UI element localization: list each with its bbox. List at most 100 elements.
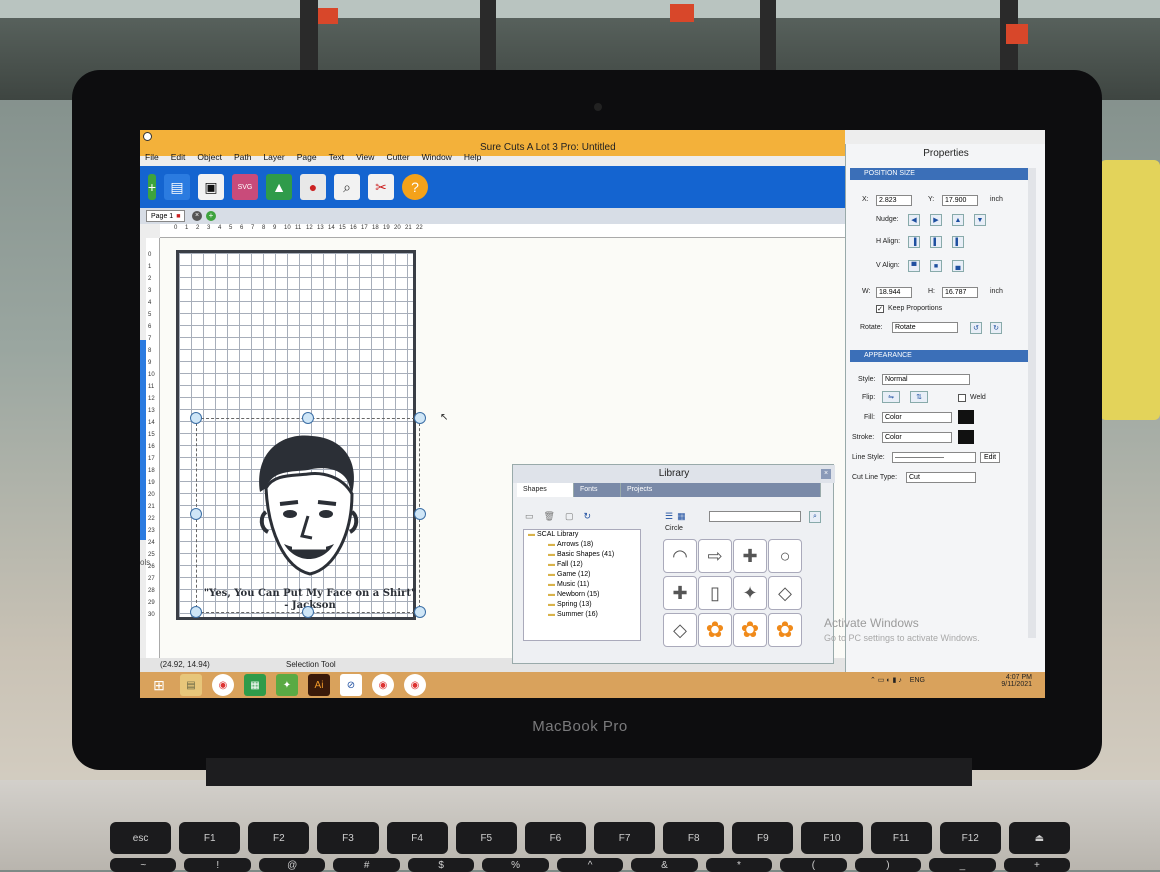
diamond-shape-icon[interactable]: ◇ xyxy=(768,576,802,610)
clock[interactable]: 4:07 PM 9/11/2021 xyxy=(982,674,1032,688)
menu-item-file[interactable]: File xyxy=(145,152,159,162)
help-icon[interactable]: ? xyxy=(402,174,428,200)
nudge-right-icon[interactable]: ▶ xyxy=(930,214,942,226)
search-icon[interactable]: ⌕ xyxy=(809,511,821,523)
flower-shape-icon[interactable]: ✿ xyxy=(733,613,767,647)
menu-item-object[interactable]: Object xyxy=(197,152,222,162)
tray-icons[interactable]: ⌃ ▭ ◐ ▮ ♪ xyxy=(870,677,902,684)
align-top-icon[interactable]: ▀ xyxy=(908,260,920,272)
arrow-shape-icon[interactable]: ⇨ xyxy=(698,539,732,573)
trace-icon[interactable]: ● xyxy=(300,174,326,200)
import-icon[interactable]: ▢ xyxy=(565,511,574,522)
menu-item-help[interactable]: Help xyxy=(464,152,481,162)
resize-handle[interactable] xyxy=(190,508,202,520)
resize-handle[interactable] xyxy=(414,508,426,520)
tree-item[interactable]: ▬ Basic Shapes (41) xyxy=(524,550,640,560)
menu-item-view[interactable]: View xyxy=(356,152,374,162)
flower-shape-icon[interactable]: ✿ xyxy=(768,613,802,647)
store-icon[interactable]: ▦ xyxy=(244,674,266,696)
chrome-icon[interactable]: ◉ xyxy=(212,674,234,696)
tree-item[interactable]: ▬ Newborn (15) xyxy=(524,590,640,600)
tab-shapes[interactable]: Shapes xyxy=(517,483,574,497)
resize-handle[interactable] xyxy=(302,412,314,424)
chrome-icon-2[interactable]: ◉ xyxy=(404,674,426,696)
width-input[interactable]: 18.944 xyxy=(876,287,912,298)
flower-shape-icon[interactable]: ✿ xyxy=(698,613,732,647)
circle-shape-icon[interactable]: ○ xyxy=(768,539,802,573)
rotate-handle[interactable] xyxy=(414,412,426,424)
menu-item-edit[interactable]: Edit xyxy=(171,152,186,162)
close-library-icon[interactable]: × xyxy=(821,469,831,479)
keep-proportions-checkbox[interactable]: ✓ xyxy=(876,305,884,313)
stroke-select[interactable]: Color xyxy=(882,432,952,443)
tree-item[interactable]: ▬ Summer (16) xyxy=(524,610,640,620)
refresh-icon[interactable]: ↻ xyxy=(583,511,591,522)
rotate-right-icon[interactable]: ↻ xyxy=(990,322,1002,334)
menu-item-cutter[interactable]: Cutter xyxy=(386,152,409,162)
x-input[interactable]: 2.823 xyxy=(876,195,912,206)
menu-item-page[interactable]: Page xyxy=(297,152,317,162)
nudge-left-icon[interactable]: ◀ xyxy=(908,214,920,226)
tree-item[interactable]: ▬ Arrows (18) xyxy=(524,540,640,550)
close-page-icon[interactable]: × xyxy=(192,211,202,221)
save-icon[interactable]: ▣ xyxy=(198,174,224,200)
tree-item[interactable]: ▬ Spring (13) xyxy=(524,600,640,610)
preview-icon[interactable]: ⌕ xyxy=(334,174,360,200)
nudge-down-icon[interactable]: ▼ xyxy=(974,214,986,226)
add-page-icon[interactable]: + xyxy=(206,211,216,221)
import-image-icon[interactable]: ▲ xyxy=(266,174,292,200)
cut-line-type-select[interactable]: Cut xyxy=(906,472,976,483)
align-bottom-icon[interactable]: ▄ xyxy=(952,260,964,272)
plus-shape-icon[interactable]: ✚ xyxy=(663,576,697,610)
stroke-color-swatch[interactable] xyxy=(958,430,974,444)
open-folder-icon[interactable]: ▤ xyxy=(164,174,190,200)
align-center-icon[interactable]: ▌ xyxy=(930,236,942,248)
face-portrait-image[interactable] xyxy=(252,432,364,578)
rounded-rect-shape-icon[interactable]: ▯ xyxy=(698,576,732,610)
height-input[interactable]: 16.787 xyxy=(942,287,978,298)
language-indicator[interactable]: ENG xyxy=(910,677,925,684)
chrome-profile-icon[interactable]: ◉ xyxy=(372,674,394,696)
sure-cuts-icon[interactable]: ⊘ xyxy=(340,674,362,696)
tree-item[interactable]: ▬ Music (11) xyxy=(524,580,640,590)
line-style-select[interactable]: ――――――― xyxy=(892,452,976,463)
nudge-up-icon[interactable]: ▲ xyxy=(952,214,964,226)
new-folder-icon[interactable]: ▭ xyxy=(525,511,534,522)
tab-fonts[interactable]: Fonts xyxy=(574,483,621,497)
appearance-header[interactable]: APPEARANCE xyxy=(850,350,1030,362)
resize-handle[interactable] xyxy=(302,606,314,618)
fill-select[interactable]: Color xyxy=(882,412,952,423)
menu-item-text[interactable]: Text xyxy=(329,152,345,162)
fill-color-swatch[interactable] xyxy=(958,410,974,424)
position-size-header[interactable]: POSITION SIZE xyxy=(850,168,1030,180)
import-svg-icon[interactable]: SVG xyxy=(232,174,258,200)
file-explorer-icon[interactable]: ▤ xyxy=(180,674,202,696)
align-right-icon[interactable]: ▌ xyxy=(952,236,964,248)
align-left-icon[interactable]: ▐ xyxy=(908,236,920,248)
star4-shape-icon[interactable]: ✦ xyxy=(733,576,767,610)
start-windows-icon[interactable]: ⊞ xyxy=(148,674,170,696)
cut-settings-icon[interactable]: ✂ xyxy=(368,174,394,200)
rotate-handle[interactable] xyxy=(414,606,426,618)
align-middle-icon[interactable]: ■ xyxy=(930,260,942,272)
y-input[interactable]: 17.900 xyxy=(942,195,978,206)
properties-scrollbar[interactable] xyxy=(1028,168,1036,638)
style-select[interactable]: Normal xyxy=(882,374,970,385)
app-leaf-icon[interactable]: ✦ xyxy=(276,674,298,696)
delete-icon[interactable]: 🗑 xyxy=(544,511,555,522)
tree-item[interactable]: ▬ SCAL Library xyxy=(524,530,640,540)
illustrator-icon[interactable]: Ai xyxy=(308,674,330,696)
grid-view-icon[interactable]: ▦ xyxy=(677,511,686,522)
menu-item-path[interactable]: Path xyxy=(234,152,252,162)
cross-star-shape-icon[interactable]: ✚ xyxy=(733,539,767,573)
tree-item[interactable]: ▬ Game (12) xyxy=(524,570,640,580)
rotate-left-icon[interactable]: ↺ xyxy=(970,322,982,334)
weld-checkbox[interactable] xyxy=(958,394,966,402)
list-view-icon[interactable]: ☰ xyxy=(665,511,673,522)
edit-line-style-button[interactable]: Edit xyxy=(980,452,1000,463)
menu-item-window[interactable]: Window xyxy=(422,152,452,162)
rotate-handle[interactable] xyxy=(190,606,202,618)
rotate-select[interactable]: Rotate xyxy=(892,322,958,333)
page-tab[interactable]: Page 1 ■ xyxy=(146,210,186,222)
add-icon[interactable]: + xyxy=(148,174,156,200)
